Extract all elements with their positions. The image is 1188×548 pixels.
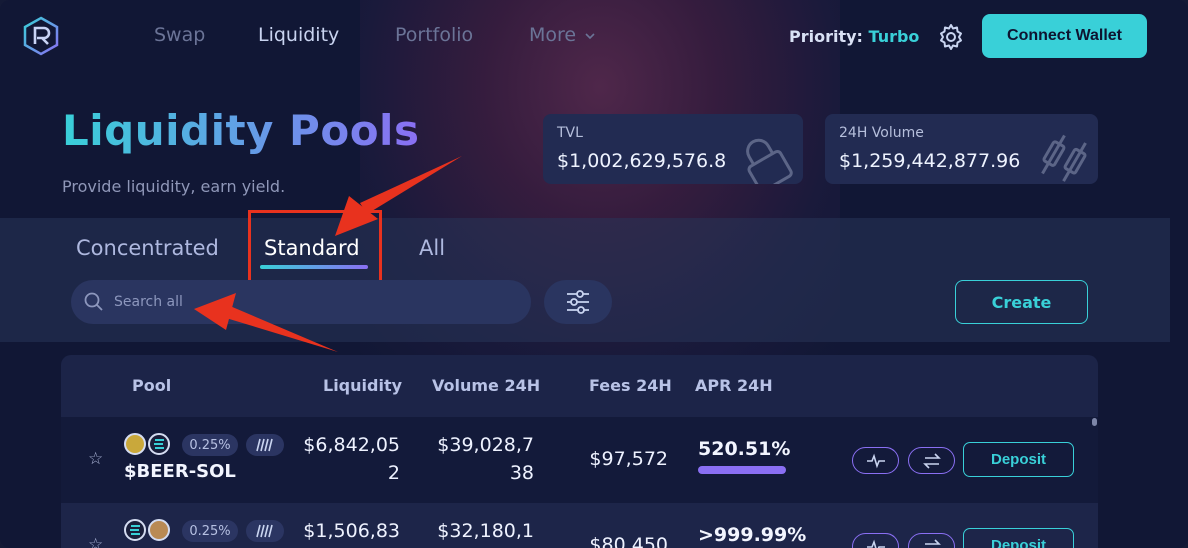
volume-label: 24H Volume — [839, 125, 924, 141]
raydium-logo-icon[interactable] — [22, 16, 60, 56]
nav-liquidity[interactable]: Liquidity — [258, 24, 339, 46]
beer-token-icon — [124, 433, 146, 455]
activity-icon — [866, 539, 885, 548]
favorite-star-icon[interactable]: ☆ — [88, 449, 103, 469]
sliders-icon — [567, 290, 589, 314]
volume-card: 24H Volume $1,259,442,877.96 — [825, 114, 1098, 184]
swap-arrows-icon — [922, 452, 941, 469]
nav-swap[interactable]: Swap — [154, 24, 205, 46]
page-title: Liquidity Pools — [62, 106, 420, 155]
apr-bar — [698, 466, 786, 474]
tab-all[interactable]: All — [419, 236, 445, 260]
tvl-card: TVL $1,002,629,576.8 — [543, 114, 803, 184]
page-subtitle: Provide liquidity, earn yield. — [62, 177, 286, 196]
volume-value-line2: 38 — [509, 462, 534, 484]
volume-value-line1: $39,028,7 — [437, 434, 534, 456]
activity-icon — [866, 453, 885, 468]
priority-setting[interactable]: Priority: Turbo — [789, 27, 919, 46]
col-pool[interactable]: Pool — [132, 376, 171, 395]
annotation-highlight-box — [248, 210, 382, 283]
fees-value: $80,450 — [589, 534, 668, 548]
fees-value: $97,572 — [589, 448, 668, 470]
priority-value: Turbo — [868, 27, 920, 46]
liquidity-value: $6,842,05 2 — [300, 431, 400, 487]
swap-arrows-icon — [924, 538, 941, 545]
liquidity-value: $1,506,83 — [300, 517, 400, 545]
nav-portfolio[interactable]: Portfolio — [395, 24, 473, 46]
dog-token-icon — [148, 519, 170, 541]
search-bar[interactable] — [71, 280, 531, 324]
col-fees[interactable]: Fees 24H — [589, 376, 672, 395]
tvl-value: $1,002,629,576.8 — [557, 150, 727, 172]
search-input[interactable] — [114, 289, 514, 315]
sol-token-icon — [148, 433, 170, 455]
search-icon — [84, 292, 103, 311]
deposit-button[interactable]: Deposit — [963, 528, 1074, 548]
pool-name[interactable]: $BEER-SOL — [124, 461, 236, 482]
app-window: Swap Liquidity Portfolio More Priority: … — [0, 0, 1188, 548]
chevron-down-icon — [585, 33, 595, 40]
deposit-button[interactable]: Deposit — [963, 442, 1074, 477]
table-header — [61, 355, 1098, 417]
col-liquidity[interactable]: Liquidity — [323, 376, 402, 395]
tvl-label: TVL — [557, 125, 583, 141]
col-volume[interactable]: Volume 24H — [432, 376, 540, 395]
filter-button[interactable] — [544, 280, 612, 324]
gear-icon[interactable] — [937, 23, 965, 51]
apr-value: 520.51% — [698, 438, 791, 460]
priority-label: Priority: — [789, 27, 863, 46]
sol-token-icon — [124, 519, 146, 541]
nav-more[interactable]: More — [529, 24, 596, 46]
volume-value-line1: $32,180,1 — [437, 520, 534, 542]
col-apr[interactable]: APR 24H — [695, 376, 773, 395]
fee-tier-badge: 0.25% — [182, 434, 238, 456]
liquidity-value-line2: 2 — [387, 462, 400, 484]
swap-button[interactable] — [908, 533, 955, 548]
apr-value: >999.99% — [698, 524, 807, 546]
tab-concentrated[interactable]: Concentrated — [76, 236, 219, 260]
create-pool-button[interactable]: Create — [955, 280, 1088, 324]
candlestick-icon — [1041, 134, 1087, 182]
swap-button[interactable] — [908, 447, 955, 474]
liquidity-value-line1: $6,842,05 — [303, 434, 400, 456]
volume-value: $32,180,1 — [434, 517, 534, 545]
farm-badge-icon — [246, 520, 284, 542]
chart-button[interactable] — [852, 447, 899, 474]
chart-button[interactable] — [852, 533, 899, 548]
nav-more-label: More — [529, 24, 577, 46]
lock-icon — [746, 138, 793, 184]
liquidity-value-line1: $1,506,83 — [303, 520, 400, 542]
top-nav: Swap Liquidity Portfolio More Priority: … — [0, 0, 1188, 72]
table-scrollbar[interactable] — [1092, 418, 1097, 426]
volume-value: $1,259,442,877.96 — [839, 150, 1021, 172]
volume-value: $39,028,7 38 — [434, 431, 534, 487]
fee-tier-badge: 0.25% — [182, 520, 238, 542]
farm-badge-icon — [246, 434, 284, 456]
connect-wallet-button[interactable]: Connect Wallet — [982, 14, 1147, 58]
favorite-star-icon[interactable]: ☆ — [88, 535, 103, 548]
